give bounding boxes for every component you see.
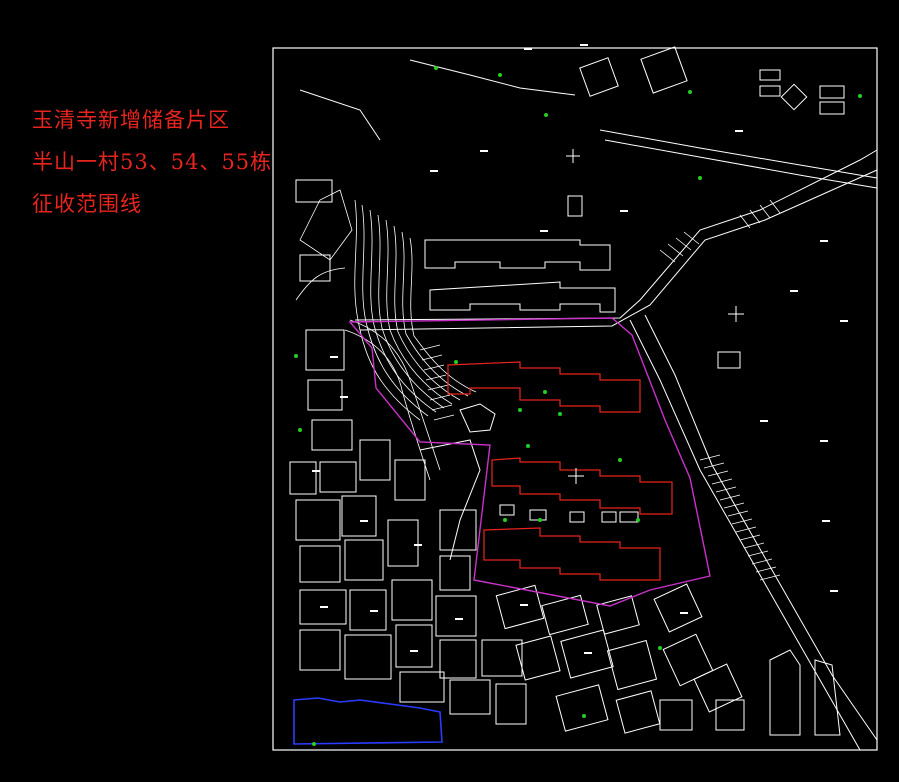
map-title-line-3: 征收范围线 bbox=[32, 192, 142, 216]
map-title-line-1: 玉清寺新增储备片区 bbox=[32, 108, 230, 132]
map-title-line-2: 半山一村53、54、55栋 bbox=[32, 150, 273, 174]
